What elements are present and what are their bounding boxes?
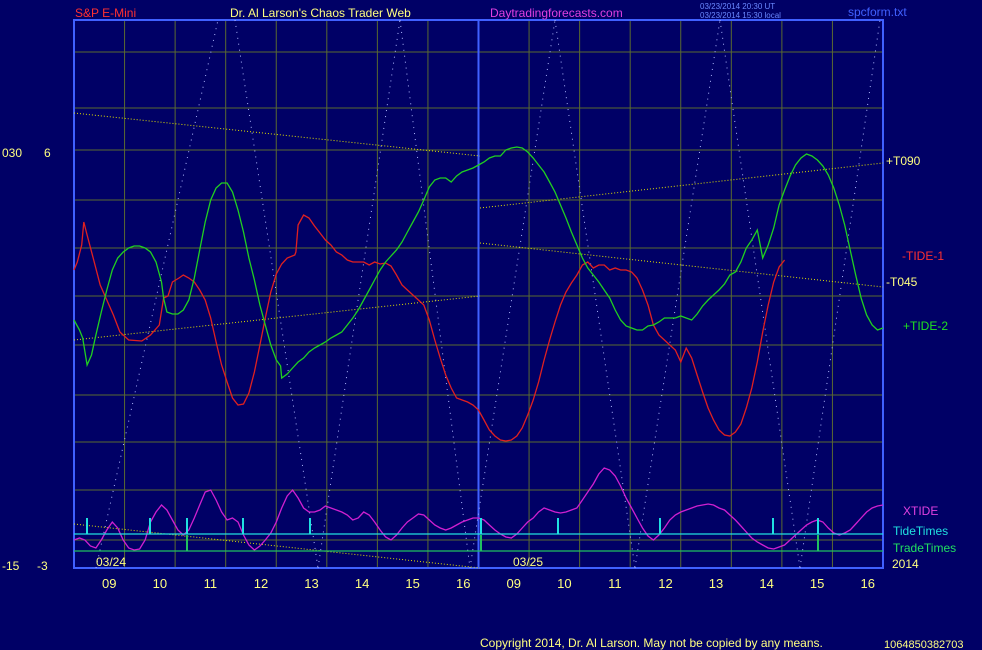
wave-guide-3 — [399, 19, 471, 569]
x-tick-label-15: 16 — [860, 576, 874, 591]
trend-label-t090: +T090 — [886, 154, 921, 168]
x-tick-label-10: 11 — [608, 576, 622, 591]
series-label-xtide: XTIDE — [903, 504, 939, 518]
wave-guide-0 — [95, 19, 219, 569]
x-tick-label-11: 12 — [658, 576, 672, 591]
x-tick-label-3: 12 — [254, 576, 268, 591]
site-url-link[interactable]: Daytradingforecasts.com — [490, 6, 623, 20]
trend-line-1 — [73, 295, 481, 341]
x-tick-label-0: 09 — [102, 576, 116, 591]
x-tick-label-4: 13 — [304, 576, 318, 591]
instrument-label: S&P E-Mini — [75, 6, 137, 20]
x-tick-label-7: 16 — [456, 576, 470, 591]
x-tick-label-12: 13 — [709, 576, 723, 591]
site-title: Dr. Al Larson's Chaos Trader Web — [230, 6, 411, 20]
timestamp-local: 03/23/2014 15:30 local — [700, 11, 781, 20]
wave-guide-5 — [554, 19, 636, 569]
series-label-tide1: -TIDE-1 — [902, 249, 944, 263]
left-axis-top-right: 6 — [44, 146, 51, 160]
x-tick-label-14: 15 — [810, 576, 824, 591]
x-tick-label-1: 10 — [153, 576, 167, 591]
wave-guide-7 — [719, 19, 801, 569]
trend-line-4 — [73, 523, 481, 569]
left-axis-bottom-left: -15 — [2, 559, 20, 573]
x-tick-label-2: 11 — [204, 576, 218, 591]
left-axis-bottom-right: -3 — [37, 559, 48, 573]
x-tick-label-5: 14 — [355, 576, 369, 591]
footer-code: 1064850382703 — [884, 639, 964, 650]
timestamp-ut: 03/23/2014 20:30 UT — [700, 2, 776, 11]
x-tick-label-13: 14 — [759, 576, 773, 591]
wave-guide-6 — [634, 19, 721, 569]
date-label-1: 03/24 — [96, 555, 127, 569]
x-tick-label-9: 10 — [557, 576, 571, 591]
series-label-tide2: +TIDE-2 — [903, 319, 949, 333]
file-name: spcform.txt — [848, 5, 907, 19]
trend-label-t045: -T045 — [886, 275, 918, 289]
x-tick-label-8: 09 — [507, 576, 521, 591]
trend-line-2 — [479, 162, 884, 209]
x-tick-label-6: 15 — [405, 576, 419, 591]
chart-svg: 09 10 11 12 13 14 15 16 09 10 11 12 13 14 15 16 — [73, 19, 884, 591]
wave-guide-2 — [317, 19, 401, 569]
left-axis-top-left: 030 — [2, 146, 23, 160]
copyright: Copyright 2014, Dr. Al Larson. May not b… — [480, 636, 823, 650]
series-line-0 — [73, 214, 786, 442]
series-label-tidetimes: TideTimes — [893, 524, 949, 538]
wave-guide-4 — [469, 19, 556, 569]
year-label: 2014 — [892, 557, 919, 571]
date-label-2: 03/25 — [513, 555, 544, 569]
series-label-tradetimes: TradeTimes — [893, 541, 957, 555]
chart-root: 09 10 11 12 13 14 15 16 09 10 11 12 13 14 15 16 S&P E-M… — [0, 0, 982, 650]
wave-guide-8 — [799, 19, 881, 569]
